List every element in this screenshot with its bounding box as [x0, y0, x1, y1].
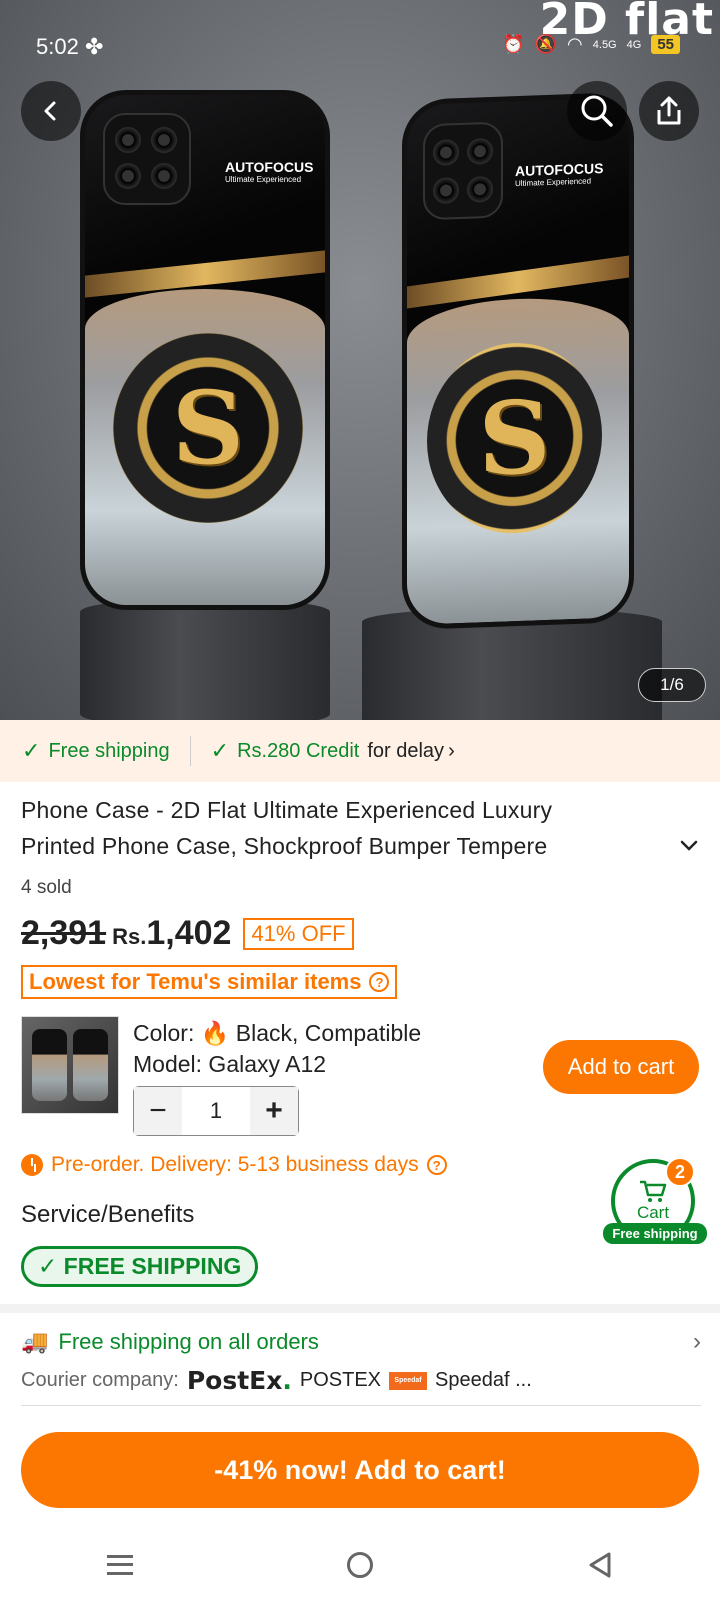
share-icon	[657, 96, 681, 125]
cart-icon	[640, 1180, 667, 1202]
case-tagline: Ultimate Experienced	[225, 175, 302, 184]
section-divider	[0, 1304, 720, 1313]
share-button[interactable]	[639, 81, 699, 141]
menu-icon[interactable]	[107, 1555, 133, 1575]
back-triangle-icon[interactable]	[587, 1551, 613, 1579]
phone-case-left: AUTOFOCUS Ultimate Experienced S	[80, 90, 330, 610]
add-to-cart-cta[interactable]: -41% now! Add to cart!	[21, 1432, 699, 1508]
credit-suffix: for delay	[367, 739, 445, 762]
sold-count: 4 sold	[21, 877, 72, 898]
quantity-value[interactable]: 1	[182, 1098, 250, 1124]
expand-title-button[interactable]	[674, 830, 704, 860]
credit-label: Rs.280 Credit	[237, 739, 360, 762]
variant-thumbnail[interactable]	[21, 1016, 119, 1114]
mute-icon: 🔕	[534, 34, 558, 54]
postex-logo: PostEx.	[186, 1366, 292, 1395]
help-icon: ?	[426, 1155, 447, 1175]
free-shipping-label: Free shipping	[48, 739, 170, 762]
divider	[21, 1405, 701, 1406]
cart-label: Cart	[636, 1203, 670, 1222]
add-to-cart-button[interactable]: Add to cart	[543, 1040, 699, 1094]
chevron-down-icon	[680, 840, 698, 851]
sale-price: 1,402	[146, 914, 232, 952]
speedaf-logo: Speedaf	[389, 1371, 428, 1390]
system-nav-bar	[0, 1530, 720, 1600]
price-row: 2,391 Rs. 1,402 41% OFF	[21, 914, 354, 953]
home-icon[interactable]	[347, 1552, 373, 1578]
cart-count-badge: 2	[665, 1157, 695, 1187]
shipping-info-row[interactable]: 🚚 Free shipping on all orders ›	[21, 1328, 701, 1356]
back-button[interactable]	[21, 81, 81, 141]
shipping-strip[interactable]: ✓ Free shipping ✓ Rs.280 Credit for dela…	[0, 720, 720, 782]
original-price: 2,391	[21, 914, 107, 952]
decrement-button[interactable]: −	[134, 1087, 182, 1135]
lowest-price-badge[interactable]: Lowest for Temu's similar items ?	[21, 965, 398, 999]
pedestal-left	[80, 598, 330, 720]
phone-case-right: AUTOFOCUS Ultimate Experienced S	[402, 91, 634, 631]
battery-indicator: 55	[651, 35, 680, 54]
truck-icon: 🚚	[21, 1329, 49, 1354]
free-shipping-badge: ✓ FREE SHIPPING	[21, 1246, 259, 1287]
service-heading: Service/Benefits	[21, 1201, 195, 1228]
search-button[interactable]	[567, 81, 627, 141]
product-image[interactable]: AUTOFOCUS Ultimate Experienced S AUTOFOCU…	[0, 0, 720, 720]
check-icon: ✓	[210, 738, 230, 763]
product-title: Phone Case - 2D Flat Ultimate Experience…	[21, 797, 553, 859]
status-bar: 5:02 ✤ ⏰ 🔕 ◠ 4.5G 4G 55	[0, 0, 720, 90]
chevron-right-icon: ›	[448, 739, 455, 762]
flame-icon: 🔥	[200, 1020, 230, 1046]
discount-badge: 41% OFF	[243, 917, 354, 950]
status-time: 5:02 ✤	[36, 34, 104, 59]
alarm-icon: ⏰	[502, 34, 525, 54]
help-icon: ?	[369, 972, 390, 992]
search-icon	[581, 95, 613, 127]
color-selection[interactable]: Color: 🔥 Black, Compatible Model: Galaxy…	[133, 1018, 493, 1080]
cart-free-shipping-tag: Free shipping	[603, 1223, 707, 1244]
quantity-stepper: − 1 +	[133, 1086, 299, 1136]
image-counter: 1/6	[638, 668, 706, 702]
courier-row: Courier company: PostEx. POSTEX Speedaf …	[21, 1366, 532, 1395]
clock-icon	[21, 1154, 43, 1176]
medal-left: S	[113, 333, 303, 523]
signal-2: 4G	[626, 38, 642, 51]
pinwheel-icon: ✤	[84, 34, 104, 59]
preorder-info[interactable]: Pre-order. Delivery: 5-13 business days …	[21, 1153, 447, 1177]
wifi-icon: ◠	[567, 34, 583, 54]
chevron-left-icon	[44, 101, 56, 121]
divider	[189, 736, 191, 766]
floating-cart-button[interactable]: Cart 2 Free shipping	[603, 1155, 707, 1265]
check-icon: ✓	[22, 738, 41, 763]
increment-button[interactable]: +	[250, 1087, 298, 1135]
signal-1: 4.5G	[592, 38, 617, 51]
case-brand: AUTOFOCUS	[225, 159, 314, 175]
currency: Rs.	[112, 924, 147, 949]
chevron-right-icon: ›	[693, 1328, 701, 1355]
